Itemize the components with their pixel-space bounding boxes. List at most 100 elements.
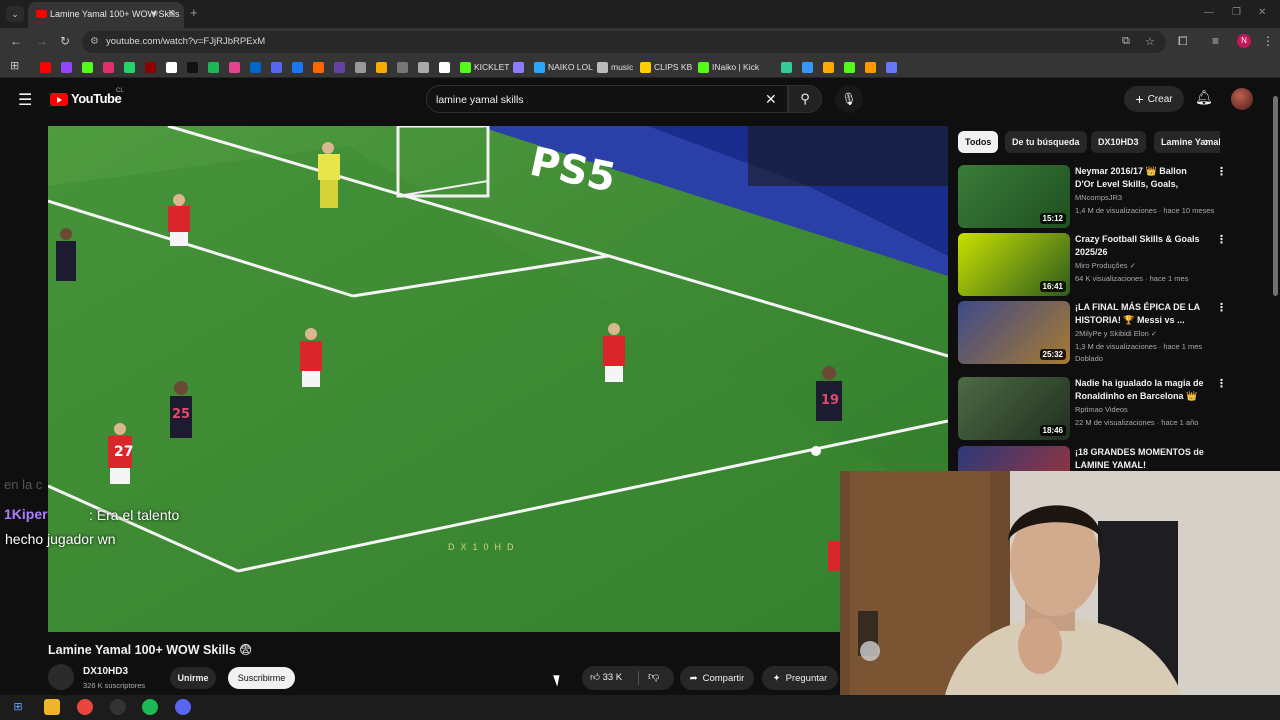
chip-from-search[interactable]: De tu búsqueda [1005,131,1087,153]
maximize-icon[interactable]: ❐ [1232,7,1241,18]
channel-name[interactable]: DX10HD3 [83,666,128,677]
recommendation-thumbnail[interactable]: 25:32 [958,301,1070,364]
bookmark-item[interactable] [844,60,855,74]
more-options-icon[interactable]: ⋮ [1216,165,1227,178]
bookmark-item[interactable] [376,60,387,74]
bookmark-item[interactable] [334,60,345,74]
bookmark-item[interactable] [418,60,429,74]
windows-start-icon[interactable]: ⊞ [10,699,26,715]
bookmark-item[interactable] [313,60,324,74]
search-query-text[interactable]: lamine yamal skills [436,94,524,106]
video-player[interactable]: PS5 27 25 19 DX10HD [48,126,948,632]
profile-avatar[interactable]: N [1237,34,1251,48]
obs-icon[interactable] [110,699,126,715]
bookmark-item[interactable]: NAIKO LOL [534,60,593,74]
forward-icon[interactable]: → [36,34,48,48]
clear-search-icon[interactable]: ✕ [765,91,777,108]
search-button[interactable]: ⚲ [788,85,822,113]
bookmark-item[interactable] [865,60,876,74]
back-icon[interactable]: ← [10,34,22,48]
youtube-logo-text[interactable]: YouTube [71,91,122,106]
recommendation-item[interactable]: 16:41 Crazy Football Skills & Goals 2025/… [958,233,1227,299]
reload-icon[interactable]: ↻ [60,34,70,48]
chip-channel[interactable]: DX10HD3 [1091,131,1146,153]
address-bar[interactable]: ⚙ youtube.com/watch?v=FJjRJbRPExM ⧉ ☆ [82,31,1166,53]
extensions-icon[interactable]: ⧠ [1178,34,1188,49]
hamburger-menu-icon[interactable]: ☰ [18,90,32,110]
apps-grid-icon[interactable]: ⊞ [10,59,19,72]
recommendation-thumbnail[interactable]: 16:41 [958,233,1070,296]
recommendation-thumbnail[interactable]: 15:12 [958,165,1070,228]
more-options-icon[interactable]: ⋮ [1216,233,1227,246]
recommendation-item[interactable]: ¡18 GRANDES MOMENTOS de LAMINE YAMAL! ⋮ [958,446,1220,471]
bookmark-item[interactable] [271,60,282,74]
bookmark-item[interactable] [103,60,114,74]
more-options-icon[interactable]: ⋮ [1216,301,1227,314]
chip-lamine[interactable]: Lamine Yamal [1154,131,1220,153]
site-info-icon[interactable]: ⚙ [90,36,99,47]
bookmark-item[interactable] [61,60,72,74]
bookmark-star-icon[interactable]: ☆ [1145,35,1155,48]
create-button[interactable]: + Crear [1124,86,1184,112]
browser-menu-icon[interactable]: ⋮ [1262,34,1274,48]
file-explorer-icon[interactable] [44,699,60,715]
notifications-bell-icon[interactable]: 🔔︎ [1195,89,1213,106]
bookmark-item[interactable] [355,60,366,74]
chevron-right-icon[interactable]: › [1204,134,1208,149]
bookmark-item[interactable] [145,60,156,74]
more-options-icon[interactable]: ⋮ [1216,377,1227,390]
spotify-icon[interactable] [142,699,158,715]
channel-avatar[interactable] [48,664,74,690]
new-tab-icon[interactable]: + [190,5,198,20]
bookmark-item[interactable] [187,60,198,74]
recommendation-thumbnail[interactable] [958,446,1070,471]
bookmark-item[interactable] [40,60,51,74]
cast-icon[interactable]: ⧉ [1122,35,1130,48]
window-close-icon[interactable]: ✕ [1258,7,1266,18]
recommendation-thumbnail[interactable]: 18:46 [958,377,1070,440]
recommendation-item[interactable]: 15:12 Neymar 2016/17 👑 Ballon D'Or Level … [958,165,1227,231]
voice-search-button[interactable]: 🎙︎ [835,85,863,113]
minimize-icon[interactable]: — [1204,7,1214,18]
bookmark-item[interactable]: CLIPS KB [640,60,692,74]
discord-icon[interactable] [175,699,191,715]
chrome-icon[interactable] [77,699,93,715]
bookmark-item[interactable] [781,60,792,74]
bookmark-item[interactable]: music [597,60,633,74]
bookmark-item[interactable] [82,60,93,74]
bookmark-item[interactable] [823,60,834,74]
bookmark-item[interactable] [208,60,219,74]
tab-search-menu-icon[interactable]: ⌄ [6,6,24,22]
bookmark-item[interactable]: INaiko | Kick [698,60,759,74]
bookmark-item[interactable] [439,60,450,74]
tab-close-icon[interactable]: × [168,7,174,19]
recommendation-item[interactable]: 18:46 Nadie ha igualado la magia de Ronal… [958,377,1227,443]
bookmark-item[interactable]: KICKLET [460,60,509,74]
thumbs-down-icon[interactable]: 👎︎ [648,670,659,683]
chip-all[interactable]: Todos [958,131,999,153]
bookmark-item[interactable] [886,60,897,74]
recommendation-item[interactable]: 25:32 ¡LA FINAL MÁS ÉPICA DE LA HISTORIA!… [958,301,1227,367]
more-options-icon[interactable]: ⋮ [1216,446,1220,459]
bookmark-item[interactable] [513,60,524,74]
bookmark-item[interactable] [802,60,813,74]
url-text[interactable]: youtube.com/watch?v=FJjRJbRPExM [106,36,265,47]
bookmark-item[interactable] [250,60,261,74]
subscribe-button[interactable]: Suscribirme [228,667,295,689]
account-avatar[interactable] [1231,88,1253,110]
search-input[interactable]: lamine yamal skills ✕ [426,85,788,113]
speaker-icon[interactable]: 🔊︎ [152,8,158,19]
youtube-logo-icon[interactable] [50,93,68,106]
like-button[interactable]: 👍︎ 33 K [590,671,622,683]
bookmark-item[interactable] [292,60,303,74]
ask-button[interactable]: ✦ Preguntar [762,666,838,690]
join-button[interactable]: Unirme [170,667,216,689]
bookmark-item[interactable] [166,60,177,74]
browser-tab-active[interactable]: Lamine Yamal 100+ WOW Skills 🔊︎ × [28,2,184,28]
media-control-icon[interactable]: ≡ [1212,34,1219,48]
bookmark-item[interactable] [229,60,240,74]
share-button[interactable]: ➦ Compartir [680,666,754,690]
bookmark-item[interactable] [124,60,135,74]
page-scrollbar[interactable] [1273,96,1278,296]
bookmark-item[interactable] [397,60,408,74]
